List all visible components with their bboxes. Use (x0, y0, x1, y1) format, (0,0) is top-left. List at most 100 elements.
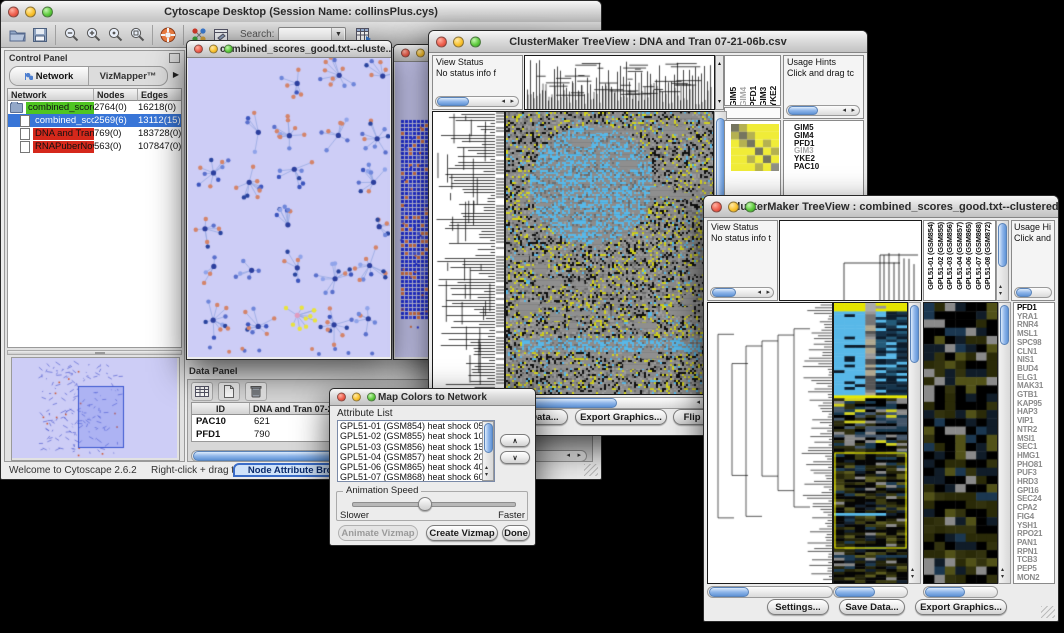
export-graphics-button[interactable]: Export Graphics... (575, 409, 667, 425)
float-panel-icon[interactable] (169, 53, 180, 63)
animation-slider-thumb[interactable] (418, 497, 432, 511)
network-table-row[interactable]: combined_sco2569(6)13112(15) (8, 114, 181, 127)
attribute-list-item[interactable]: GPL51-04 (GSM857) heat shock 20 min (338, 452, 494, 462)
tab-vizmapper[interactable]: VizMapper™ (89, 67, 167, 85)
zoom-heatmap-panel[interactable] (923, 302, 998, 584)
col-header-nodes[interactable]: Nodes (94, 89, 138, 101)
array-label[interactable]: GIM4 (739, 87, 748, 106)
minimize-button[interactable] (728, 201, 739, 212)
zoom-button[interactable] (42, 6, 53, 17)
array-label[interactable]: GPL51-02 (GSM855) (936, 222, 946, 290)
column-dendrogram-panel[interactable] (779, 220, 922, 301)
close-button[interactable] (711, 201, 722, 212)
panel-divider[interactable] (7, 350, 182, 355)
close-button[interactable] (194, 45, 203, 54)
heatmap-hscrollbar[interactable] (833, 586, 908, 598)
array-labels-vscrollbar[interactable]: ▴▾ (996, 220, 1009, 301)
selected-gene-label[interactable]: PAC10 (794, 163, 863, 171)
array-label[interactable]: YKE2 (769, 86, 778, 106)
move-up-button[interactable]: ∧ (500, 434, 530, 447)
gene-label[interactable]: MON2 (1017, 574, 1054, 583)
export-graphics-button[interactable]: Export Graphics... (915, 599, 1007, 615)
done-button[interactable]: Done (502, 525, 530, 541)
close-button[interactable] (401, 49, 410, 58)
array-label[interactable]: GPL51-07 (GSM868) (974, 222, 984, 290)
col-header-edges[interactable]: Edges (138, 89, 181, 101)
array-label[interactable]: GPL51-04 (GSM857) (955, 222, 965, 290)
attribute-list-vscrollbar[interactable]: ▴▾ (482, 421, 494, 481)
attribute-list-item[interactable]: GPL51-02 (GSM855) heat shock 10 min (338, 431, 494, 441)
settings-button[interactable]: Settings... (767, 599, 829, 615)
minimize-button[interactable] (416, 49, 425, 58)
array-labels-panel[interactable]: GPL51-01 (GSM854)GPL51-02 (GSM855)GPL51-… (923, 220, 996, 301)
view-status-hscrollbar[interactable]: ◂▸ (710, 287, 774, 298)
close-button[interactable] (436, 36, 447, 47)
network-overview-panel[interactable] (11, 357, 180, 461)
heatmap-panel[interactable] (833, 302, 908, 584)
treeview-combined-titlebar[interactable]: ClusterMaker TreeView : combined_scores_… (704, 196, 1058, 218)
usage-hints-hscrollbar[interactable]: ◂▸ (786, 105, 860, 116)
close-button[interactable] (337, 393, 346, 402)
heatmap-panel[interactable] (505, 111, 714, 395)
move-down-button[interactable]: ∨ (500, 451, 530, 464)
animate-vizmap-button[interactable]: Animate Vizmap (338, 525, 418, 541)
heatmap-hscrollbar[interactable]: ◂▸ (505, 397, 714, 409)
delete-icon[interactable] (245, 382, 267, 401)
column-dendrogram-panel[interactable] (524, 55, 715, 110)
minimize-button[interactable] (209, 45, 218, 54)
array-label[interactable]: GPL51-03 (GSM856) (945, 222, 955, 290)
new-document-icon[interactable] (218, 382, 240, 401)
zoom-out-icon[interactable] (60, 24, 82, 46)
treeview-resize-grip[interactable] (1041, 606, 1055, 618)
cytoscape-resize-grip[interactable] (584, 464, 598, 476)
tab-network[interactable]: Network (10, 67, 89, 85)
treeview-dna-titlebar[interactable]: ClusterMaker TreeView : DNA and Tran 07-… (429, 31, 867, 53)
animation-slider-track[interactable] (352, 502, 516, 507)
minimize-button[interactable] (352, 393, 361, 402)
attribute-list-item[interactable]: GPL51-01 (GSM854) heat shock 05 min (338, 421, 494, 431)
array-label[interactable]: PAC10 (779, 81, 781, 106)
gene-labels-panel[interactable]: PFD1YRA1RNR4MSL1SPC98CLN1NIS1BUD4ELG1MAK… (1013, 302, 1055, 584)
zoom-button[interactable] (367, 393, 376, 402)
usage-hints-hscrollbar[interactable] (1014, 287, 1052, 298)
minimize-button[interactable] (453, 36, 464, 47)
close-button[interactable] (8, 6, 19, 17)
network-table-row[interactable]: combined_scores2764(0)16218(0) (8, 101, 181, 114)
zoom-selected-icon[interactable] (104, 24, 126, 46)
network-table-row[interactable]: RNAPuberNov2+|563(0)107847(0) (8, 140, 181, 153)
zoom-button[interactable] (470, 36, 481, 47)
zoom-in-icon[interactable] (82, 24, 104, 46)
zoom-button[interactable] (224, 45, 233, 54)
array-label[interactable]: GPL51-01 (GSM854) (926, 222, 936, 290)
spreadsheet-icon[interactable] (191, 382, 213, 401)
gene-dendrogram-panel[interactable] (707, 302, 833, 584)
network-overview-canvas[interactable] (12, 358, 177, 458)
array-label[interactable]: GIM5 (729, 87, 738, 106)
array-label[interactable]: PFD1 (749, 86, 758, 106)
gene-tree-hscrollbar[interactable] (707, 586, 833, 598)
view-status-hscrollbar[interactable]: ◂▸ (435, 96, 519, 107)
open-file-icon[interactable] (7, 24, 29, 46)
attr-col-id[interactable]: ID (192, 403, 250, 415)
tab-overflow-arrow[interactable]: ▶ (170, 68, 182, 82)
network-table-row[interactable]: DNA and Tran 07769(0)183728(0) (8, 127, 181, 140)
create-vizmap-button[interactable]: Create Vizmap (426, 525, 498, 541)
zoom-button[interactable] (745, 201, 756, 212)
network-canvas-1[interactable] (188, 58, 390, 357)
save-data-button[interactable]: Save Data... (839, 599, 905, 615)
col-header-network[interactable]: Network (8, 89, 94, 101)
array-labels-panel[interactable]: GIM5GIM4PFD1GIM3YKE2PAC10 (724, 55, 781, 106)
heatmap-vscrollbar[interactable]: ▴▾ (908, 302, 921, 584)
save-icon[interactable] (29, 24, 51, 46)
attribute-listbox[interactable]: GPL51-01 (GSM854) heat shock 05 minGPL51… (337, 420, 495, 482)
zoom-vscrollbar[interactable]: ▴▾ (998, 302, 1011, 584)
array-label[interactable]: GPL51-08 (GSM872) (983, 222, 993, 290)
attribute-list-item[interactable]: GPL51-03 (GSM856) heat shock 15 min (338, 442, 494, 452)
array-label[interactable]: GPL51-06 (GSM865) (964, 222, 974, 290)
array-label[interactable]: GIM3 (759, 87, 768, 106)
help-ring-icon[interactable] (157, 24, 179, 46)
zoom-fit-icon[interactable] (126, 24, 148, 46)
cytoscape-titlebar[interactable]: Cytoscape Desktop (Session Name: collins… (1, 1, 601, 23)
attribute-list-item[interactable]: GPL51-07 (GSM868) heat shock 60 min (338, 472, 494, 482)
zoom-hscrollbar[interactable] (923, 586, 998, 598)
